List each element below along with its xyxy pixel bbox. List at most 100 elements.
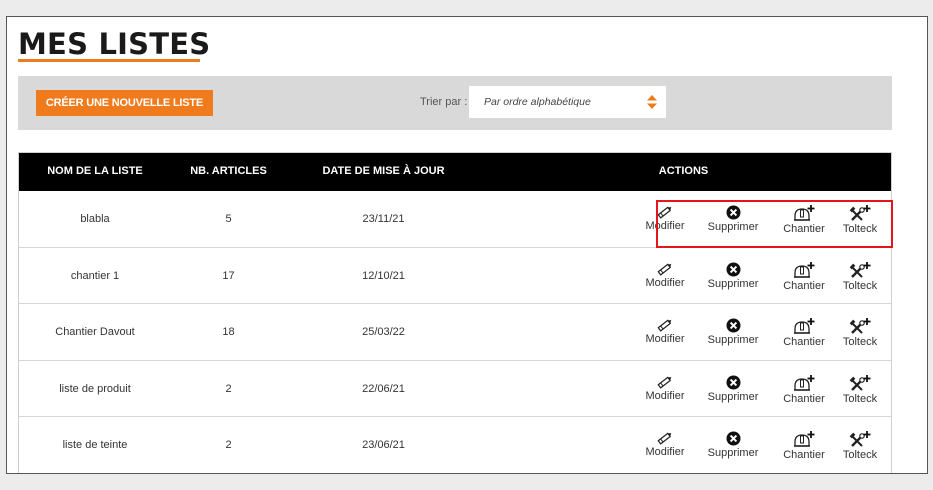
- hardhat-add-icon: [793, 318, 815, 336]
- row-actions: Modifier Supprimer Chantier Tolteck: [639, 261, 884, 296]
- list-name-cell: liste de teinte: [62, 439, 128, 451]
- supprimer-button[interactable]: Supprimer: [695, 431, 771, 459]
- lists-table: NOM DE LA LISTE NB. ARTICLES DATE DE MIS…: [18, 152, 892, 473]
- tolteck-button[interactable]: Tolteck: [837, 261, 883, 292]
- row-actions: Modifier Supprimer Chantier Tolteck: [639, 374, 884, 409]
- modifier-button[interactable]: Modifier: [639, 262, 691, 289]
- create-list-button[interactable]: CRÉER UNE NOUVELLE LISTE: [36, 90, 213, 116]
- supprimer-label: Supprimer: [707, 390, 759, 403]
- pencil-icon: [657, 318, 673, 333]
- delete-circle-icon: [726, 318, 741, 334]
- pencil-icon: [657, 262, 673, 277]
- hardhat-add-icon: [793, 205, 815, 223]
- table-body: blabla 5 23/11/21 Modifier Supprimer Chantier…: [19, 191, 891, 473]
- tolteck-label: Tolteck: [842, 392, 878, 405]
- modifier-label: Modifier: [645, 446, 685, 458]
- tolteck-button[interactable]: Tolteck: [837, 205, 883, 235]
- update-date-cell: 23/11/21: [362, 213, 405, 225]
- modifier-label: Modifier: [645, 220, 685, 232]
- modifier-button[interactable]: Modifier: [639, 205, 691, 232]
- tolteck-label: Tolteck: [842, 223, 878, 235]
- tolteck-label: Tolteck: [842, 449, 878, 461]
- tools-add-icon: [849, 374, 871, 393]
- header-count: NB. ARTICLES: [190, 165, 267, 177]
- chantier-label: Chantier: [783, 336, 825, 348]
- list-name-cell: Chantier Davout: [55, 326, 135, 338]
- row-actions: Modifier Supprimer Chantier Tolteck: [639, 318, 884, 352]
- list-name-cell: liste de produit: [59, 382, 131, 395]
- chantier-label: Chantier: [783, 279, 825, 292]
- hardhat-add-icon: [793, 261, 815, 280]
- supprimer-label: Supprimer: [707, 221, 759, 233]
- sort-select[interactable]: Par ordre alphabétique: [469, 86, 666, 118]
- article-count-cell: 17: [222, 269, 235, 282]
- tolteck-button[interactable]: Tolteck: [837, 318, 883, 348]
- article-count-cell: 18: [222, 326, 235, 338]
- modifier-button[interactable]: Modifier: [639, 375, 691, 402]
- delete-circle-icon: [726, 205, 741, 221]
- table-row: chantier 1 17 12/10/21 Modifier Supprimer Cha…: [19, 248, 891, 304]
- delete-circle-icon: [726, 262, 741, 278]
- hardhat-add-icon: [793, 374, 815, 393]
- pencil-icon: [657, 375, 673, 390]
- sort-label: Trier par :: [420, 96, 468, 108]
- table-header: NOM DE LA LISTE NB. ARTICLES DATE DE MIS…: [19, 153, 891, 191]
- tools-add-icon: [849, 318, 871, 336]
- pencil-icon: [657, 431, 673, 446]
- delete-circle-icon: [726, 431, 741, 447]
- hardhat-add-icon: [793, 431, 815, 449]
- update-date-cell: 25/03/22: [362, 326, 405, 338]
- tolteck-label: Tolteck: [842, 279, 878, 292]
- modifier-label: Modifier: [645, 389, 685, 402]
- update-date-cell: 23/06/21: [362, 439, 405, 451]
- page-title: MES LISTES: [18, 27, 211, 61]
- tools-add-icon: [849, 431, 871, 449]
- chantier-label: Chantier: [783, 223, 825, 235]
- chantier-button[interactable]: Chantier: [774, 431, 834, 461]
- title-underline: [18, 59, 200, 62]
- chantier-button[interactable]: Chantier: [774, 205, 834, 235]
- tolteck-label: Tolteck: [842, 336, 878, 348]
- tolteck-button[interactable]: Tolteck: [837, 431, 883, 461]
- list-name-cell: blabla: [80, 213, 110, 225]
- chantier-label: Chantier: [783, 392, 825, 405]
- table-row: blabla 5 23/11/21 Modifier Supprimer Chantier…: [19, 191, 891, 248]
- list-toolbar: CRÉER UNE NOUVELLE LISTE Trier par : Par…: [18, 76, 892, 130]
- supprimer-label: Supprimer: [707, 447, 759, 459]
- table-row: liste de produit 2 22/06/21 Modifier Supprim…: [19, 361, 891, 417]
- pencil-icon: [657, 205, 673, 220]
- supprimer-label: Supprimer: [707, 334, 759, 346]
- article-count-cell: 2: [225, 439, 232, 451]
- table-row: Chantier Davout 18 25/03/22 Modifier Supprim…: [19, 304, 891, 361]
- tools-add-icon: [849, 205, 871, 223]
- chantier-button[interactable]: Chantier: [774, 374, 834, 405]
- supprimer-button[interactable]: Supprimer: [695, 318, 771, 346]
- supprimer-button[interactable]: Supprimer: [695, 205, 771, 233]
- chantier-button[interactable]: Chantier: [774, 261, 834, 292]
- supprimer-label: Supprimer: [707, 277, 759, 290]
- chantier-button[interactable]: Chantier: [774, 318, 834, 348]
- sort-arrows-icon: [647, 95, 657, 109]
- header-name: NOM DE LA LISTE: [47, 165, 143, 177]
- update-date-cell: 12/10/21: [362, 269, 405, 282]
- list-name-cell: chantier 1: [70, 269, 120, 282]
- update-date-cell: 22/06/21: [362, 382, 405, 395]
- row-actions: Modifier Supprimer Chantier Tolteck: [639, 431, 884, 465]
- delete-circle-icon: [726, 375, 741, 391]
- row-actions: Modifier Supprimer Chantier Tolteck: [639, 205, 884, 239]
- modifier-button[interactable]: Modifier: [639, 431, 691, 458]
- supprimer-button[interactable]: Supprimer: [695, 375, 771, 403]
- modifier-button[interactable]: Modifier: [639, 318, 691, 345]
- modifier-label: Modifier: [645, 333, 685, 345]
- chantier-label: Chantier: [783, 449, 825, 461]
- article-count-cell: 5: [225, 213, 232, 225]
- header-date: DATE DE MISE À JOUR: [322, 165, 445, 177]
- modifier-label: Modifier: [645, 276, 685, 289]
- sort-select-value: Par ordre alphabétique: [484, 96, 591, 108]
- supprimer-button[interactable]: Supprimer: [695, 262, 771, 290]
- page-frame: MES LISTES CRÉER UNE NOUVELLE LISTE Trie…: [6, 16, 928, 474]
- table-row: liste de teinte 2 23/06/21 Modifier Supprime…: [19, 417, 891, 473]
- article-count-cell: 2: [225, 382, 232, 395]
- tools-add-icon: [849, 261, 871, 280]
- tolteck-button[interactable]: Tolteck: [837, 374, 883, 405]
